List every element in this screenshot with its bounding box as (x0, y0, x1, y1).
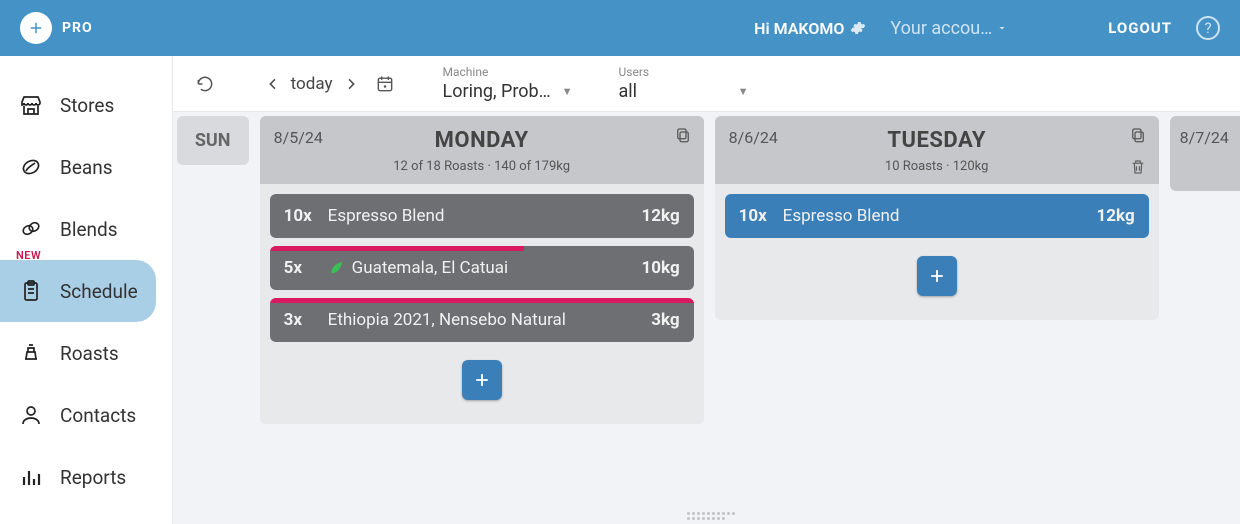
filter-value: Loring, Prob… (443, 81, 551, 102)
greeting: Hi MAKOMO (754, 19, 866, 38)
add-roast-button[interactable] (917, 256, 957, 296)
day-body: 10x Espresso Blend 12kg 5x Guatemala, El… (260, 184, 704, 424)
roast-weight: 12kg (642, 206, 680, 226)
roaster-icon (18, 340, 44, 366)
chevron-left-icon[interactable] (261, 72, 285, 96)
filter-label: Users (619, 65, 749, 79)
brand-label: PRO (62, 20, 93, 36)
help-icon[interactable]: ? (1196, 16, 1220, 40)
caret-down-icon (996, 22, 1008, 34)
day-header: 8/5/24 MONDAY 12 of 18 Roasts · 140 of 1… (260, 116, 704, 184)
filter-label: Machine (443, 65, 573, 79)
day-title: SUN (195, 130, 231, 151)
day-column-tue: 8/6/24 TUESDAY 10 Roasts · 120kg 10x Esp… (715, 116, 1159, 320)
roast-name: Guatemala, El Catuai (352, 258, 632, 278)
day-column-sun[interactable]: SUN (177, 116, 249, 165)
days-strip: SUN 8/5/24 MONDAY 12 of 18 Roasts · 140 … (173, 112, 1240, 524)
machine-filter[interactable]: Machine Loring, Prob… ▼ (443, 65, 573, 102)
main: today Machine Loring, Prob… ▼ Users all (173, 56, 1240, 524)
leaf-icon (328, 260, 344, 276)
drag-handle-icon[interactable] (687, 512, 737, 520)
bean-icon (18, 154, 44, 180)
day-subtitle: 12 of 18 Roasts · 140 of 179kg (272, 159, 692, 174)
copy-icon[interactable] (674, 126, 692, 144)
calendar-icon[interactable] (373, 72, 397, 96)
roast-weight: 12kg (1097, 206, 1135, 226)
blend-icon (18, 216, 44, 242)
gear-icon[interactable] (850, 20, 866, 36)
sidebar-item-reports[interactable]: Reports (0, 446, 172, 508)
users-filter[interactable]: Users all ▼ (619, 65, 749, 102)
refresh-icon[interactable] (193, 72, 217, 96)
caret-down-icon: ▼ (562, 85, 573, 98)
day-date: 8/5/24 (274, 128, 323, 147)
roast-name: Espresso Blend (328, 206, 632, 226)
sidebar-item-label: Beans (60, 156, 113, 179)
sidebar: Stores Beans Blends NEW Schedule R (0, 56, 173, 524)
filter-value: all (619, 81, 638, 102)
sidebar-item-stores[interactable]: Stores (0, 74, 172, 136)
plus-icon (927, 266, 947, 286)
bars-icon (18, 464, 44, 490)
sidebar-item-label: Schedule (60, 280, 138, 303)
day-column-mon: 8/5/24 MONDAY 12 of 18 Roasts · 140 of 1… (260, 116, 704, 424)
day-title: TUESDAY (727, 128, 1147, 153)
roast-card[interactable]: 10x Espresso Blend 12kg (725, 194, 1149, 238)
sidebar-item-label: Blends (60, 218, 118, 241)
roast-weight: 3kg (651, 310, 679, 330)
sidebar-item-schedule[interactable]: NEW Schedule (0, 260, 156, 322)
roast-card[interactable]: 3x Ethiopia 2021, Nensebo Natural 3kg (270, 298, 694, 342)
greeting-text: Hi MAKOMO (754, 19, 844, 38)
day-date: 8/6/24 (729, 128, 778, 147)
roast-card[interactable]: 10x Espresso Blend 12kg (270, 194, 694, 238)
plus-icon (472, 370, 492, 390)
account-dropdown[interactable]: Your accou… (890, 18, 1008, 39)
sidebar-item-contacts[interactable]: Contacts (0, 384, 172, 446)
roast-name: Espresso Blend (783, 206, 1087, 226)
logo-badge (20, 12, 52, 44)
chevron-right-icon[interactable] (339, 72, 363, 96)
caret-down-icon: ▼ (738, 85, 749, 98)
sidebar-item-label: Contacts (60, 404, 136, 427)
sidebar-item-label: Roasts (60, 342, 119, 365)
plus-icon (27, 19, 45, 37)
roast-qty: 3x (284, 310, 314, 330)
topbar: PRO Hi MAKOMO Your accou… LOGOUT ? (0, 0, 1240, 56)
day-title: MONDAY (272, 128, 692, 153)
day-header: 8/7/24 (1170, 116, 1240, 191)
sidebar-item-label: Reports (60, 466, 126, 489)
today-button[interactable]: today (289, 74, 335, 94)
roast-name: Ethiopia 2021, Nensebo Natural (328, 310, 642, 330)
trash-icon[interactable] (1129, 158, 1147, 176)
sidebar-item-beans[interactable]: Beans (0, 136, 172, 198)
schedule-toolbar: today Machine Loring, Prob… ▼ Users all (173, 56, 1240, 112)
day-header: 8/6/24 TUESDAY 10 Roasts · 120kg (715, 116, 1159, 184)
roast-qty: 10x (739, 206, 769, 226)
day-subtitle: 10 Roasts · 120kg (727, 159, 1147, 174)
roast-weight: 10kg (642, 258, 680, 278)
day-date: 8/7/24 (1180, 128, 1229, 147)
date-nav: today (261, 72, 397, 96)
clipboard-icon (18, 278, 44, 304)
sidebar-item-roasts[interactable]: Roasts (0, 322, 172, 384)
store-icon (18, 92, 44, 118)
person-icon (18, 402, 44, 428)
day-body: 10x Espresso Blend 12kg (715, 184, 1159, 320)
add-roast-button[interactable] (462, 360, 502, 400)
day-column-wed[interactable]: 8/7/24 (1170, 116, 1240, 191)
copy-icon[interactable] (1129, 126, 1147, 144)
logout-button[interactable]: LOGOUT (1108, 19, 1172, 37)
sidebar-item-label: Stores (60, 94, 114, 117)
roast-qty: 5x (284, 258, 314, 278)
roast-qty: 10x (284, 206, 314, 226)
new-badge: NEW (16, 249, 41, 262)
roast-card[interactable]: 5x Guatemala, El Catuai 10kg (270, 246, 694, 290)
account-label: Your accou… (890, 18, 992, 39)
